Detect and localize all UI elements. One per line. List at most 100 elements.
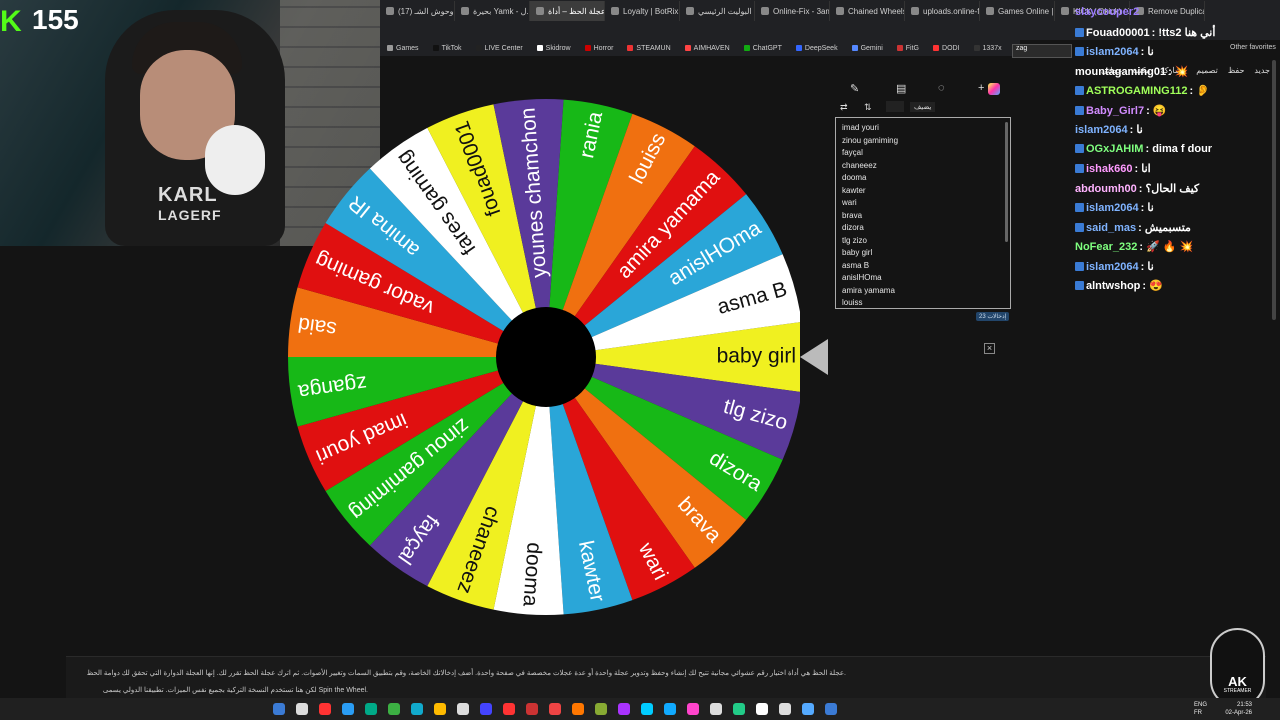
taskbar-app-icon[interactable]	[457, 703, 469, 715]
entries-textarea[interactable]: imad youri zinou gamiming fayçal chaneeez do…	[835, 117, 1011, 309]
taskbar-app-icon[interactable]	[618, 703, 630, 715]
entry-line: tlg zizo	[842, 235, 867, 245]
chat-username[interactable]: Baby_Girl7	[1086, 105, 1144, 117]
taskbar-app-icon[interactable]	[641, 703, 653, 715]
taskbar-app-icon[interactable]	[319, 703, 331, 715]
bookmark-item[interactable]: LIVE Center	[469, 45, 530, 52]
bookmark-item[interactable]: TikTok	[426, 45, 469, 52]
browser-tab[interactable]: uploads.online-fi...	[905, 1, 980, 21]
browser-tab[interactable]: Chained Wheels	[830, 1, 905, 21]
bookmark-label: TikTok	[441, 44, 462, 52]
taskbar-app-icon[interactable]	[756, 703, 768, 715]
wheel-slice-label: baby girl	[717, 345, 796, 368]
language-indicator[interactable]: ENG FR	[1194, 701, 1207, 717]
chat-overlay: slaycouper2 Fouad00001: !tts2 أني هنا isla…	[1075, 6, 1275, 306]
taskbar-app-icon[interactable]	[802, 703, 814, 715]
taskbar-app-icon[interactable]	[710, 703, 722, 715]
bookmark-item[interactable]: DeepSeek	[789, 45, 845, 52]
browser-tab[interactable]: عجلة الحظ – أداة...	[530, 1, 605, 21]
edit-icon[interactable]: ✎	[850, 82, 859, 95]
close-button[interactable]: ×	[984, 343, 995, 354]
add-image-button[interactable]: يضيف	[910, 102, 936, 112]
taskbar-app-icon[interactable]	[411, 703, 423, 715]
taskbar-app-icon[interactable]	[388, 703, 400, 715]
chat-message: alntwshop: 😍	[1075, 279, 1163, 292]
chat-username[interactable]: mountagaming01	[1075, 66, 1166, 78]
system-clock[interactable]: 21:53 02-Apr-26	[1225, 701, 1252, 717]
tab-favicon-icon	[836, 7, 844, 15]
browser-tab[interactable]: Online-Fix - 3am...	[755, 1, 830, 21]
page-scrollbar[interactable]	[1272, 60, 1276, 320]
chat-text: : متسبميش	[1138, 221, 1191, 234]
chat-username[interactable]: NoFear_232	[1075, 241, 1137, 253]
taskbar-app-icon[interactable]	[296, 703, 308, 715]
chat-username[interactable]: slaycouper2	[1075, 6, 1139, 18]
bookmark-item[interactable]: 1337x	[967, 45, 1009, 52]
bookmark-item[interactable]: ChatGPT	[737, 45, 789, 52]
chat-username[interactable]: OGxJAHIM	[1086, 143, 1143, 155]
chat-text: : 👂	[1189, 85, 1210, 97]
lang-1: ENG	[1194, 702, 1208, 708]
chat-username[interactable]: abdoumh00	[1075, 183, 1137, 195]
taskbar-app-icon[interactable]	[687, 703, 699, 715]
chat-message: islam2064: نا	[1075, 45, 1154, 58]
chat-username[interactable]: islam2064	[1086, 261, 1139, 273]
taskbar-app-icon[interactable]	[572, 703, 584, 715]
bookmark-item[interactable]: AIMHAVEN	[678, 45, 737, 52]
browser-tab[interactable]: Games Online | F...	[980, 1, 1055, 21]
chat-text: : 😝	[1146, 104, 1167, 117]
chat-username[interactable]: Fouad00001	[1086, 27, 1150, 39]
entries-scrollbar[interactable]	[1005, 122, 1008, 242]
tab-favicon-icon	[461, 7, 469, 15]
sort-icon[interactable]: ⇅	[864, 102, 872, 113]
shuffle-icon[interactable]: ⇄	[840, 102, 848, 113]
blank-button[interactable]	[886, 101, 904, 112]
bookmark-item[interactable]: Games	[380, 45, 426, 52]
taskbar-app-icon[interactable]	[733, 703, 745, 715]
find-input[interactable]: zag	[1012, 44, 1072, 58]
taskbar-app-icon[interactable]	[549, 703, 561, 715]
browser-tab[interactable]: البوليت الرئيسي	[680, 1, 755, 21]
browser-tab[interactable]: (17) وحوش الشـ...	[380, 1, 455, 21]
bookmark-item[interactable]: FitG	[890, 45, 926, 52]
taskbar-app-icon[interactable]	[503, 703, 515, 715]
spin-wheel[interactable]: baby girltlg zizodizorabravawarikawterdo…	[270, 80, 800, 620]
chat-username[interactable]: said_mas	[1086, 222, 1136, 234]
entry-line: dooma	[842, 173, 867, 182]
chat-text: : نا	[1140, 46, 1154, 58]
chat-username[interactable]: islam2064	[1086, 202, 1139, 214]
bookmark-item[interactable]: STEAMUN	[620, 45, 677, 52]
taskbar-app-icon[interactable]	[480, 703, 492, 715]
chat-badge-icon	[1075, 27, 1084, 37]
bookmark-favicon-icon	[584, 45, 591, 51]
browser-tab[interactable]: بحيرة Yamk - ل...	[455, 1, 530, 21]
chat-username[interactable]: alntwshop	[1086, 280, 1140, 292]
chat-message: islam2064: نا	[1075, 201, 1154, 214]
theme-icon[interactable]	[988, 83, 1000, 95]
taskbar-app-icon[interactable]	[595, 703, 607, 715]
chat-username[interactable]: ASTROGAMING112	[1086, 85, 1187, 97]
bookmark-item[interactable]: Horror	[578, 45, 621, 52]
bookmark-item[interactable]: Gemini	[845, 45, 890, 52]
taskbar-app-icon[interactable]	[664, 703, 676, 715]
wheel-hub[interactable]	[496, 307, 596, 407]
chat-username[interactable]: islam2064	[1075, 124, 1128, 136]
taskbar-app-icon[interactable]	[779, 703, 791, 715]
chat-message: NoFear_232: 🚀 🔥 💥	[1075, 240, 1193, 253]
tab-favicon-icon	[986, 7, 994, 15]
chat-username[interactable]: islam2064	[1086, 46, 1139, 58]
taskbar-app-icon[interactable]	[526, 703, 538, 715]
chat-username[interactable]: ishak660	[1086, 163, 1132, 175]
taskbar-app-icon[interactable]	[825, 703, 837, 715]
taskbar-app-icon[interactable]	[434, 703, 446, 715]
entry-line: imad youri	[842, 123, 879, 132]
add-icon[interactable]: +	[978, 82, 984, 94]
taskbar-app-icon[interactable]	[342, 703, 354, 715]
bookmark-item[interactable]: Skidrow	[530, 45, 578, 52]
clipboard-icon[interactable]: ▤	[896, 82, 906, 95]
browser-tab[interactable]: Loyalty | BotRix ·...	[605, 1, 680, 21]
taskbar-app-icon[interactable]	[273, 703, 285, 715]
taskbar-app-icon[interactable]	[365, 703, 377, 715]
hide-icon[interactable]: ◌	[938, 82, 945, 94]
bookmark-item[interactable]: DODI	[926, 45, 967, 52]
